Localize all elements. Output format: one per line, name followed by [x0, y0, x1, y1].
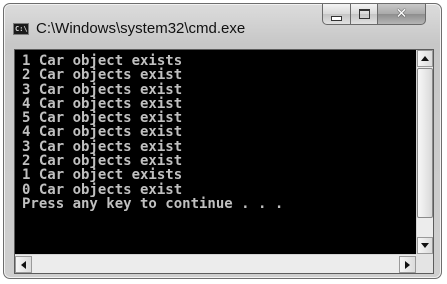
window-controls: ✕ [322, 4, 434, 25]
cmd-console-icon[interactable]: C:\ [13, 23, 29, 35]
console-line: 2 Car objects exist [22, 153, 183, 170]
console-output[interactable]: 1 Car object exists 2 Car objects exist … [15, 50, 416, 254]
arrow-left-icon [21, 260, 26, 269]
close-icon: ✕ [395, 6, 408, 22]
arrow-up-icon [421, 56, 429, 61]
scroll-left-button[interactable] [15, 256, 32, 273]
window-title: C:\Windows\system32\cmd.exe [36, 20, 246, 37]
arrow-down-icon [421, 243, 429, 248]
console-prompt-line: Press any key to continue . . . [22, 195, 284, 212]
scroll-up-button[interactable] [417, 50, 433, 67]
console-line: 2 Car objects exist [22, 67, 183, 84]
console-client-area: 1 Car object exists 2 Car objects exist … [14, 49, 434, 274]
horizontal-scrollbar[interactable] [15, 254, 416, 273]
close-button[interactable]: ✕ [378, 4, 426, 25]
arrow-right-icon [405, 260, 410, 269]
maximize-icon [358, 9, 370, 19]
minimize-button[interactable] [322, 4, 351, 25]
console-line: 3 Car objects exist [22, 81, 183, 98]
title-bar[interactable]: C:\ C:\Windows\system32\cmd.exe ✕ [4, 4, 441, 48]
vertical-scroll-thumb[interactable] [417, 68, 433, 218]
console-line: 4 Car objects exist [22, 124, 183, 141]
resize-grip[interactable] [416, 254, 433, 273]
scroll-down-button[interactable] [417, 237, 433, 254]
console-line: 0 Car objects exist [22, 181, 183, 198]
console-line: 1 Car object exists [22, 53, 183, 69]
console-line: 4 Car objects exist [22, 95, 183, 112]
minimize-icon [331, 15, 342, 21]
scroll-right-button[interactable] [399, 256, 416, 273]
console-window: C:\ C:\Windows\system32\cmd.exe ✕ 1 Car … [3, 3, 442, 279]
vertical-scrollbar[interactable] [416, 50, 433, 254]
console-line: 1 Car object exists [22, 167, 183, 184]
maximize-button[interactable] [351, 4, 378, 25]
console-line: 5 Car objects exist [22, 110, 183, 127]
console-line: 3 Car objects exist [22, 138, 183, 155]
